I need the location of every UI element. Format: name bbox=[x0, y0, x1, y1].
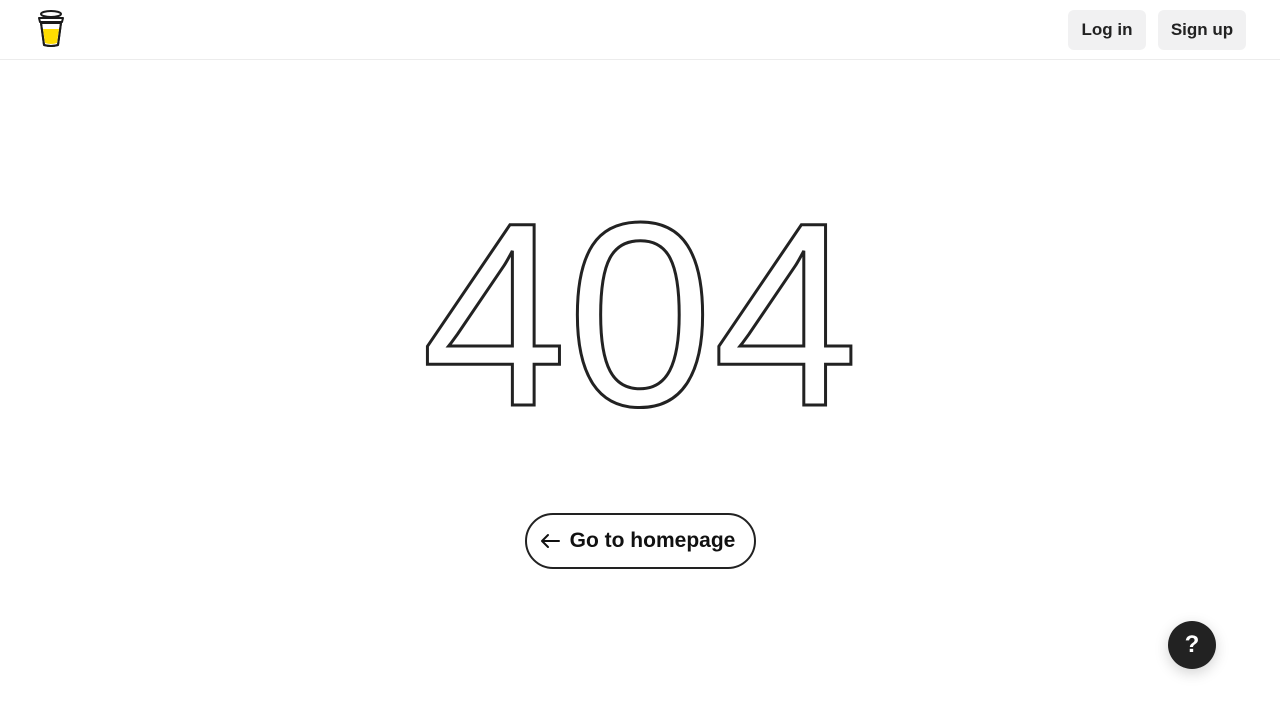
go-to-homepage-button[interactable]: Go to homepage bbox=[525, 513, 756, 569]
go-to-homepage-label: Go to homepage bbox=[569, 529, 736, 552]
arrow-left-icon bbox=[540, 534, 560, 548]
login-button[interactable]: Log in bbox=[1068, 10, 1146, 50]
top-navigation-bar: Log in Sign up bbox=[0, 0, 1280, 60]
coffee-cup-icon[interactable] bbox=[36, 10, 66, 48]
help-button[interactable]: ? bbox=[1168, 621, 1216, 669]
signup-button[interactable]: Sign up bbox=[1158, 10, 1246, 50]
help-icon: ? bbox=[1184, 631, 1200, 658]
error-code-404: 404 bbox=[420, 200, 860, 420]
error-code-text: 404 bbox=[421, 200, 858, 420]
